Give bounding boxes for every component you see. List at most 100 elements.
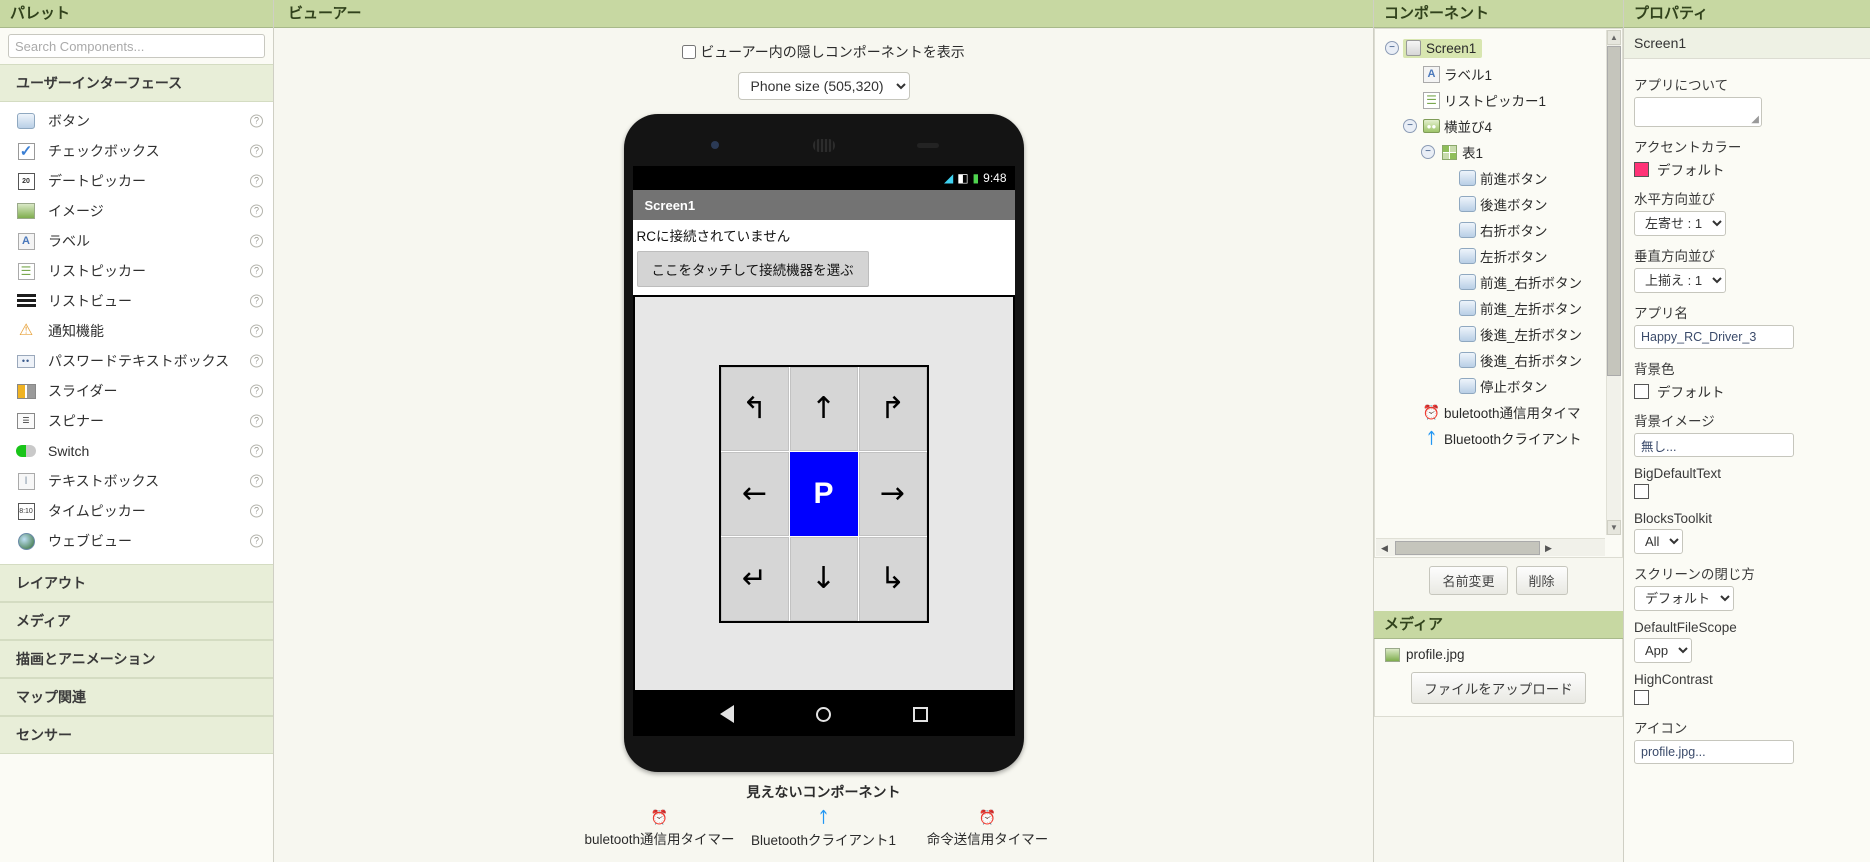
tree-node-15[interactable]: ⏰ buletooth通信用タイマ	[1375, 399, 1605, 425]
color-swatch[interactable]	[1634, 383, 1649, 399]
tree-node-6[interactable]: 前進ボタン	[1375, 165, 1605, 191]
delete-button[interactable]: 削除	[1515, 566, 1568, 595]
palette-item-12[interactable]: Switch?	[0, 436, 273, 466]
upload-file-button[interactable]: ファイルをアップロード	[1411, 672, 1586, 704]
help-icon[interactable]: ?	[250, 324, 263, 338]
help-icon[interactable]: ?	[250, 294, 263, 308]
show-hidden-components-checkbox[interactable]	[682, 45, 697, 59]
palette-item-1[interactable]: ボタン?	[0, 106, 273, 136]
tree-node-1[interactable]: − Screen1	[1375, 35, 1605, 61]
property-textarea-1[interactable]: ◢	[1634, 97, 1762, 127]
property-checkbox-12[interactable]	[1634, 690, 1649, 705]
property-select-4[interactable]: 上揃え : 1	[1634, 268, 1726, 293]
tree-node-12[interactable]: 後進_左折ボタン	[1375, 321, 1605, 347]
vertical-scroll-thumb[interactable]	[1607, 46, 1621, 376]
palette-category-4[interactable]: マップ関連	[0, 678, 273, 716]
dpad-cell-9[interactable]: ↳	[858, 536, 927, 621]
dpad-cell-8[interactable]: ↓	[789, 536, 858, 621]
scroll-right-icon[interactable]: ▶	[1540, 540, 1557, 556]
recents-icon[interactable]	[912, 706, 928, 722]
help-icon[interactable]: ?	[250, 504, 263, 518]
help-icon[interactable]: ?	[250, 174, 263, 188]
tree-node-16[interactable]: ᛏ Bluetoothクライアント	[1375, 425, 1605, 451]
collapse-toggle-icon[interactable]: −	[1421, 145, 1435, 159]
scroll-left-icon[interactable]: ◀	[1376, 540, 1393, 556]
invisible-component-2[interactable]: ᛏ Bluetoothクライアント1	[744, 808, 904, 849]
dpad-cell-5[interactable]: P	[789, 451, 858, 536]
horizontal-scroll-thumb[interactable]	[1395, 540, 1540, 555]
device-listpicker-button[interactable]: ここをタッチして接続機器を選ぶ	[636, 251, 869, 287]
dpad-cell-3[interactable]: ↱	[858, 366, 927, 451]
dpad-cell-2[interactable]: ↑	[789, 366, 858, 451]
palette-item-14[interactable]: 8:10 タイムピッカー?	[0, 496, 273, 526]
help-icon[interactable]: ?	[250, 114, 263, 128]
property-input-13[interactable]	[1634, 740, 1794, 764]
dpad-cell-7[interactable]: ↵	[720, 536, 789, 621]
palette-item-6[interactable]: ☰ リストピッカー?	[0, 256, 273, 286]
help-icon[interactable]: ?	[250, 354, 263, 368]
help-icon[interactable]: ?	[250, 414, 263, 428]
tree-horizontal-scrollbar[interactable]: ◀ ▶	[1376, 538, 1605, 556]
palette-item-10[interactable]: スライダー?	[0, 376, 273, 406]
palette-item-3[interactable]: 20 デートピッカー?	[0, 166, 273, 196]
palette-item-15[interactable]: ウェブビュー?	[0, 526, 273, 556]
tree-vertical-scrollbar[interactable]: ▲ ▼	[1606, 30, 1621, 535]
palette-item-4[interactable]: イメージ?	[0, 196, 273, 226]
help-icon[interactable]: ?	[250, 144, 263, 158]
palette-item-2[interactable]: ✓ チェックボックス?	[0, 136, 273, 166]
palette-category-ui[interactable]: ユーザーインターフェース	[0, 64, 273, 102]
palette-item-8[interactable]: ⚠ 通知機能?	[0, 316, 273, 346]
collapse-toggle-icon[interactable]: −	[1385, 41, 1399, 55]
palette-category-2[interactable]: メディア	[0, 602, 273, 640]
palette-item-11[interactable]: ☰ スピナー?	[0, 406, 273, 436]
palette-item-7[interactable]: リストビュー?	[0, 286, 273, 316]
invisible-component-1[interactable]: ⏰ buletooth通信用タイマー	[580, 808, 740, 848]
property-color-6[interactable]: デフォルト	[1634, 381, 1860, 401]
tree-node-14[interactable]: 停止ボタン	[1375, 373, 1605, 399]
color-swatch[interactable]	[1634, 161, 1649, 177]
property-input-5[interactable]	[1634, 325, 1794, 349]
dpad-cell-4[interactable]: ←	[720, 451, 789, 536]
collapse-toggle-icon[interactable]: −	[1403, 119, 1417, 133]
rename-button[interactable]: 名前変更	[1429, 566, 1508, 595]
property-select-9[interactable]: All	[1634, 529, 1683, 554]
resize-grip-icon[interactable]: ◢	[1751, 114, 1759, 125]
help-icon[interactable]: ?	[250, 264, 263, 278]
property-select-3[interactable]: 左寄せ : 1	[1634, 211, 1726, 236]
property-select-11[interactable]: App	[1634, 638, 1692, 663]
palette-category-1[interactable]: レイアウト	[0, 564, 273, 602]
property-input-7[interactable]	[1634, 433, 1794, 457]
tree-node-13[interactable]: 後進_右折ボタン	[1375, 347, 1605, 373]
horizontal-arrangement-4[interactable]: ↰ ↑ ↱ ← P → ↵ ↓ ↳	[632, 295, 1015, 692]
screen-size-select[interactable]: Phone size (505,320)	[737, 72, 910, 100]
property-checkbox-8[interactable]	[1634, 484, 1649, 499]
home-icon[interactable]	[815, 706, 831, 722]
property-color-2[interactable]: デフォルト	[1634, 159, 1860, 179]
tree-node-3[interactable]: ☰ リストピッカー1	[1375, 87, 1605, 113]
tree-node-7[interactable]: 後進ボタン	[1375, 191, 1605, 217]
tree-node-8[interactable]: 右折ボタン	[1375, 217, 1605, 243]
help-icon[interactable]: ?	[250, 234, 263, 248]
property-select-10[interactable]: デフォルト	[1634, 586, 1734, 611]
dpad-cell-6[interactable]: →	[858, 451, 927, 536]
show-hidden-components-row[interactable]: ビューアー内の隠しコンポーネントを表示	[682, 42, 965, 62]
back-icon[interactable]	[719, 705, 734, 723]
dpad-cell-1[interactable]: ↰	[720, 366, 789, 451]
search-input[interactable]	[8, 34, 265, 58]
help-icon[interactable]: ?	[250, 444, 263, 458]
help-icon[interactable]: ?	[250, 204, 263, 218]
help-icon[interactable]: ?	[250, 474, 263, 488]
tree-node-9[interactable]: 左折ボタン	[1375, 243, 1605, 269]
media-file-item[interactable]: profile.jpg	[1385, 647, 1612, 662]
scroll-up-icon[interactable]: ▲	[1607, 30, 1621, 45]
tree-node-4[interactable]: − ●● 横並び4	[1375, 113, 1605, 139]
palette-item-9[interactable]: •• パスワードテキストボックス?	[0, 346, 273, 376]
tree-node-5[interactable]: − 表1	[1375, 139, 1605, 165]
help-icon[interactable]: ?	[250, 384, 263, 398]
tree-node-10[interactable]: 前進_右折ボタン	[1375, 269, 1605, 295]
help-icon[interactable]: ?	[250, 534, 263, 548]
tree-node-11[interactable]: 前進_左折ボタン	[1375, 295, 1605, 321]
palette-item-13[interactable]: I テキストボックス?	[0, 466, 273, 496]
palette-category-3[interactable]: 描画とアニメーション	[0, 640, 273, 678]
tree-node-2[interactable]: A ラベル1	[1375, 61, 1605, 87]
